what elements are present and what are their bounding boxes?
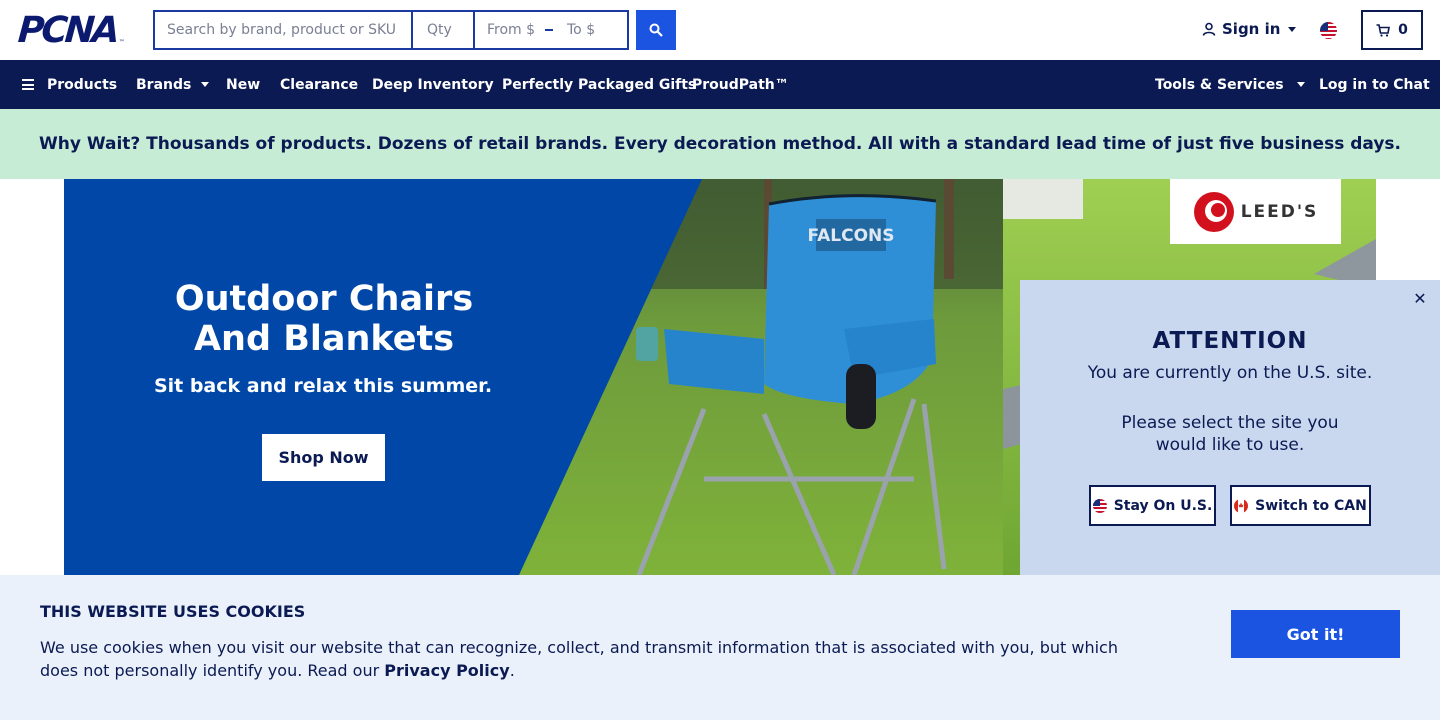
cookie-title: THIS WEBSITE USES COOKIES <box>40 602 306 621</box>
close-icon[interactable]: ✕ <box>1410 288 1430 308</box>
nav-proudpath-label: ProudPath™ <box>692 76 789 93</box>
chevron-down-icon <box>1288 26 1297 32</box>
us-flag-icon <box>1092 498 1107 513</box>
price-from-input[interactable] <box>487 22 537 38</box>
hero-title-line1: Outdoor Chairs <box>174 279 474 319</box>
pcna-logo[interactable]: PCNA ™ <box>16 10 125 51</box>
leeds-logo-text: LEED'S <box>1240 201 1319 222</box>
nav-chat-login[interactable]: Log in to Chat <box>1319 60 1430 109</box>
cookie-text: We use cookies when you visit our websit… <box>40 636 1140 682</box>
site-selector-modal: ✕ ATTENTION You are currently on the U.S… <box>1020 280 1440 575</box>
cart-count: 0 <box>1398 22 1408 38</box>
cookie-text-end: . <box>509 661 515 680</box>
switch-to-can-label: Switch to CAN <box>1255 497 1367 514</box>
search-bar <box>153 10 629 50</box>
top-header: PCNA ™ Sign in <box>0 0 1440 60</box>
nav-brands[interactable]: Brands <box>136 60 210 109</box>
leeds-logo-icon <box>1193 191 1234 232</box>
price-range-dash <box>545 29 553 31</box>
nav-packaged-gifts-label: Perfectly Packaged Gifts <box>502 76 697 93</box>
chair-print: FALCONS <box>807 226 894 246</box>
nav-deep-inventory-label: Deep Inventory <box>372 76 494 93</box>
accept-cookies-button[interactable]: Got it! <box>1231 610 1400 658</box>
search-button[interactable] <box>636 10 676 50</box>
switch-to-can-button[interactable]: Switch to CAN <box>1230 485 1371 526</box>
hero-title-line2: And Blankets <box>193 319 455 359</box>
logo-text: PCNA <box>16 10 119 51</box>
chevron-down-icon <box>201 82 210 87</box>
nav-tools-services-label: Tools & Services <box>1155 76 1284 93</box>
chevron-down-icon <box>1296 82 1305 87</box>
canada-flag-icon <box>1234 498 1249 513</box>
search-input[interactable] <box>153 10 412 50</box>
nav-products-label: Products <box>47 76 118 93</box>
stay-on-us-button[interactable]: Stay On U.S. <box>1089 485 1216 526</box>
qty-input[interactable] <box>412 10 474 50</box>
attention-instruction: Please select the site you would like to… <box>1121 413 1339 455</box>
price-to-input[interactable] <box>567 22 617 38</box>
nav-clearance-label: Clearance <box>280 76 359 93</box>
price-range <box>474 10 629 50</box>
nav-clearance[interactable]: Clearance <box>280 60 358 109</box>
cart-button[interactable]: 0 <box>1361 10 1423 50</box>
sign-in-label: Sign in <box>1222 20 1281 38</box>
attention-current-site: You are currently on the U.S. site. <box>1087 363 1373 383</box>
sign-in-menu[interactable]: Sign in <box>1202 20 1297 38</box>
us-flag-icon[interactable] <box>1320 22 1337 39</box>
privacy-policy-link[interactable]: Privacy Policy <box>384 661 509 680</box>
hero-title: Outdoor Chairs And Blankets <box>64 279 584 359</box>
stay-on-us-label: Stay On U.S. <box>1113 497 1213 514</box>
nav-new-label: New <box>226 76 261 93</box>
promo-text: Why Wait? Thousands of products. Dozens … <box>38 134 1402 154</box>
nav-chat-login-label: Log in to Chat <box>1319 76 1430 93</box>
cart-icon <box>1376 23 1391 37</box>
leeds-brand-logo: LEED'S <box>1170 179 1341 244</box>
nav-tools-services[interactable]: Tools & Services <box>1155 60 1305 109</box>
attention-title: ATTENTION <box>1152 328 1308 354</box>
nav-new[interactable]: New <box>226 60 260 109</box>
logo-trademark: ™ <box>118 39 125 46</box>
promo-banner: Why Wait? Thousands of products. Dozens … <box>0 109 1440 179</box>
cookie-banner: THIS WEBSITE USES COOKIES We use cookies… <box>0 575 1440 720</box>
nav-products[interactable]: Products <box>22 60 117 109</box>
nav-proudpath[interactable]: ProudPath™ <box>692 60 789 109</box>
user-icon <box>1202 22 1216 36</box>
nav-deep-inventory[interactable]: Deep Inventory <box>372 60 494 109</box>
nav-packaged-gifts[interactable]: Perfectly Packaged Gifts <box>502 60 696 109</box>
search-icon <box>649 23 663 37</box>
main-nav: Products Brands New Clearance Deep Inven… <box>0 60 1440 109</box>
nav-brands-label: Brands <box>136 76 192 93</box>
hero-subtitle: Sit back and relax this summer. <box>153 375 493 397</box>
menu-icon <box>22 79 34 90</box>
cookie-body: We use cookies when you visit our websit… <box>40 638 1118 680</box>
shop-now-button[interactable]: Shop Now <box>262 434 385 481</box>
